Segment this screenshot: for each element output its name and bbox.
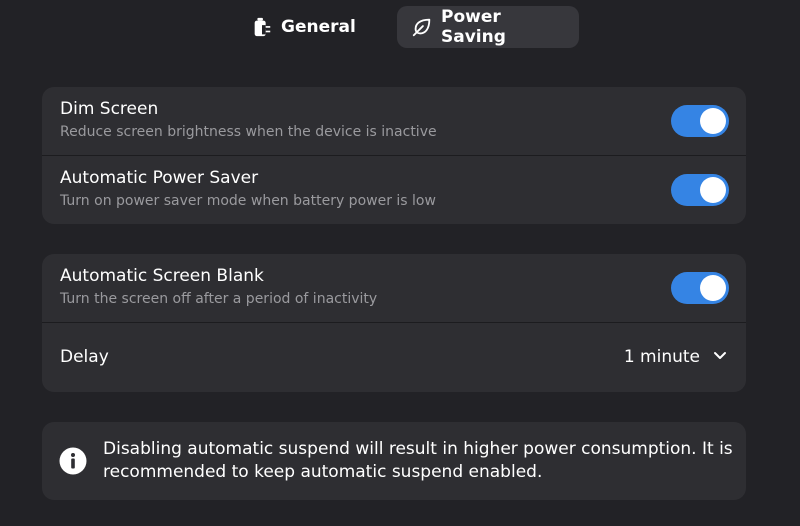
delay-row[interactable]: Delay 1 minute — [42, 322, 746, 390]
tab-general-label: General — [281, 17, 356, 37]
dim-screen-subtitle: Reduce screen brightness when the device… — [60, 124, 437, 140]
tab-bar: General Power Saving — [0, 6, 800, 48]
leaf-icon — [411, 16, 433, 38]
toggle-knob — [700, 177, 726, 203]
banner-text: Disabling automatic suspend will result … — [103, 439, 733, 482]
automatic-power-saver-row: Automatic Power Saver Turn on power save… — [42, 155, 746, 223]
tab-power-saving-label: Power Saving — [441, 7, 506, 47]
power-saving-group: Dim Screen Reduce screen brightness when… — [42, 87, 746, 224]
automatic-screen-blank-toggle[interactable] — [671, 272, 729, 304]
automatic-power-saver-subtitle: Turn on power saver mode when battery po… — [60, 193, 436, 209]
toggle-knob — [700, 275, 726, 301]
delay-dropdown[interactable]: 1 minute — [624, 323, 728, 391]
info-icon — [58, 446, 88, 476]
delay-title: Delay — [60, 347, 109, 367]
tab-power-saving[interactable]: Power Saving — [397, 6, 579, 48]
dim-screen-toggle[interactable] — [671, 105, 729, 137]
tab-general[interactable]: General — [237, 6, 365, 48]
dim-screen-title: Dim Screen — [60, 99, 159, 119]
battery-plug-icon — [251, 16, 273, 38]
automatic-power-saver-title: Automatic Power Saver — [60, 168, 259, 188]
dim-screen-row: Dim Screen Reduce screen brightness when… — [42, 87, 746, 155]
automatic-screen-blank-subtitle: Turn the screen off after a period of in… — [60, 291, 378, 307]
automatic-screen-blank-row: Automatic Screen Blank Turn the screen o… — [42, 254, 746, 322]
chevron-down-icon — [712, 347, 728, 368]
automatic-screen-blank-title: Automatic Screen Blank — [60, 266, 264, 286]
screen-blank-group: Automatic Screen Blank Turn the screen o… — [42, 254, 746, 392]
automatic-power-saver-toggle[interactable] — [671, 174, 729, 206]
power-settings-page: General Power Saving Dim Screen Reduce s… — [0, 0, 800, 526]
info-banner: Disabling automatic suspend will result … — [42, 422, 746, 500]
delay-value: 1 minute — [623, 347, 700, 367]
toggle-knob — [700, 108, 726, 134]
